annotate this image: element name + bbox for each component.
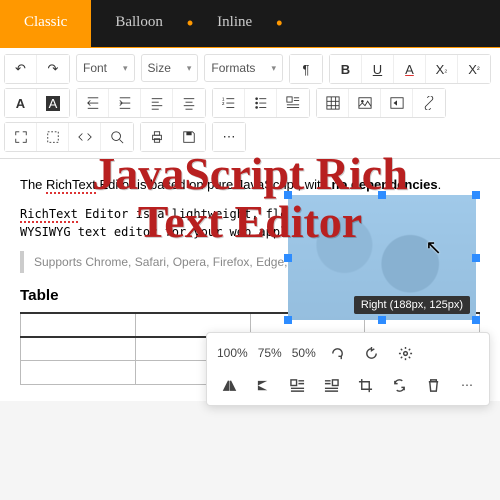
subscript-button[interactable]: X₂ (426, 55, 458, 83)
print-button[interactable] (141, 123, 173, 151)
paragraph-button[interactable]: ¶ (290, 55, 322, 83)
more-button[interactable]: ⋯ (213, 123, 245, 151)
cursor-icon: ↖ (425, 235, 442, 260)
resize-handle-nw[interactable] (284, 191, 292, 199)
font-color-button[interactable]: A (394, 55, 426, 83)
image-context-toolbar: 100% 75% 50% ⋯ (206, 332, 490, 406)
redo-button[interactable]: ↷ (37, 55, 69, 83)
formats-select[interactable]: Formats (204, 54, 283, 82)
resize-handle-se[interactable] (472, 316, 480, 324)
underline-button[interactable]: U (362, 55, 394, 83)
font-select[interactable]: Font (76, 54, 135, 82)
link-button[interactable] (381, 89, 413, 117)
tab-separator: • (276, 13, 282, 34)
indent-button[interactable] (109, 89, 141, 117)
ordered-list-button[interactable]: 12 (213, 89, 245, 117)
refresh-button[interactable] (322, 339, 354, 367)
float-right-button[interactable] (315, 371, 347, 399)
outdent-button[interactable] (77, 89, 109, 117)
resize-handle-sw[interactable] (284, 316, 292, 324)
crop-button[interactable] (349, 371, 381, 399)
tab-balloon[interactable]: Balloon (91, 0, 187, 47)
flip-h-button[interactable] (213, 371, 245, 399)
size-select[interactable]: Size (141, 54, 199, 82)
zoom-50-button[interactable]: 50% (288, 339, 320, 367)
zoom-100-button[interactable]: 100% (213, 339, 252, 367)
resize-handle-ne[interactable] (472, 191, 480, 199)
paragraph[interactable]: The RichText Editor is based on pure Jav… (20, 175, 480, 195)
zoom-75-button[interactable]: 75% (254, 339, 286, 367)
find-button[interactable] (101, 123, 133, 151)
flip-v-button[interactable] (247, 371, 279, 399)
highlight-button[interactable]: A (37, 89, 69, 117)
editor-mode-tabs: Classic Balloon • Inline • (0, 0, 500, 48)
size-tooltip: Right (188px, 125px) (354, 296, 470, 314)
save-button[interactable] (173, 123, 205, 151)
image-button[interactable] (349, 89, 381, 117)
image-align-button[interactable] (277, 89, 309, 117)
fullscreen-button[interactable] (5, 123, 37, 151)
selected-image[interactable]: Right (188px, 125px) ↖ (288, 195, 476, 320)
settings-button[interactable] (390, 339, 422, 367)
superscript-button[interactable]: X² (458, 55, 490, 83)
text-color-button[interactable]: A (5, 89, 37, 117)
replace-button[interactable] (383, 371, 415, 399)
resize-handle-w[interactable] (284, 254, 292, 262)
more-options-button[interactable]: ⋯ (451, 371, 483, 399)
align-left-button[interactable] (141, 89, 173, 117)
unordered-list-button[interactable] (245, 89, 277, 117)
tab-classic[interactable]: Classic (0, 0, 91, 47)
resize-handle-n[interactable] (378, 191, 386, 199)
resize-handle-e[interactable] (472, 254, 480, 262)
select-all-button[interactable] (37, 123, 69, 151)
bold-button[interactable]: B (330, 55, 362, 83)
rotate-button[interactable] (356, 339, 388, 367)
table-button[interactable] (317, 89, 349, 117)
float-left-button[interactable] (281, 371, 313, 399)
delete-button[interactable] (417, 371, 449, 399)
code-view-button[interactable] (69, 123, 101, 151)
tab-inline[interactable]: Inline (193, 0, 276, 47)
spellcheck-underline: RichText (46, 177, 96, 194)
undo-button[interactable]: ↶ (5, 55, 37, 83)
editor-toolbar: ↶ ↷ Font Size Formats ¶ B U A X₂ X² A A … (0, 48, 500, 159)
svg-text:2: 2 (222, 101, 225, 106)
anchor-button[interactable] (413, 89, 445, 117)
align-center-button[interactable] (173, 89, 205, 117)
resize-handle-s[interactable] (378, 316, 386, 324)
